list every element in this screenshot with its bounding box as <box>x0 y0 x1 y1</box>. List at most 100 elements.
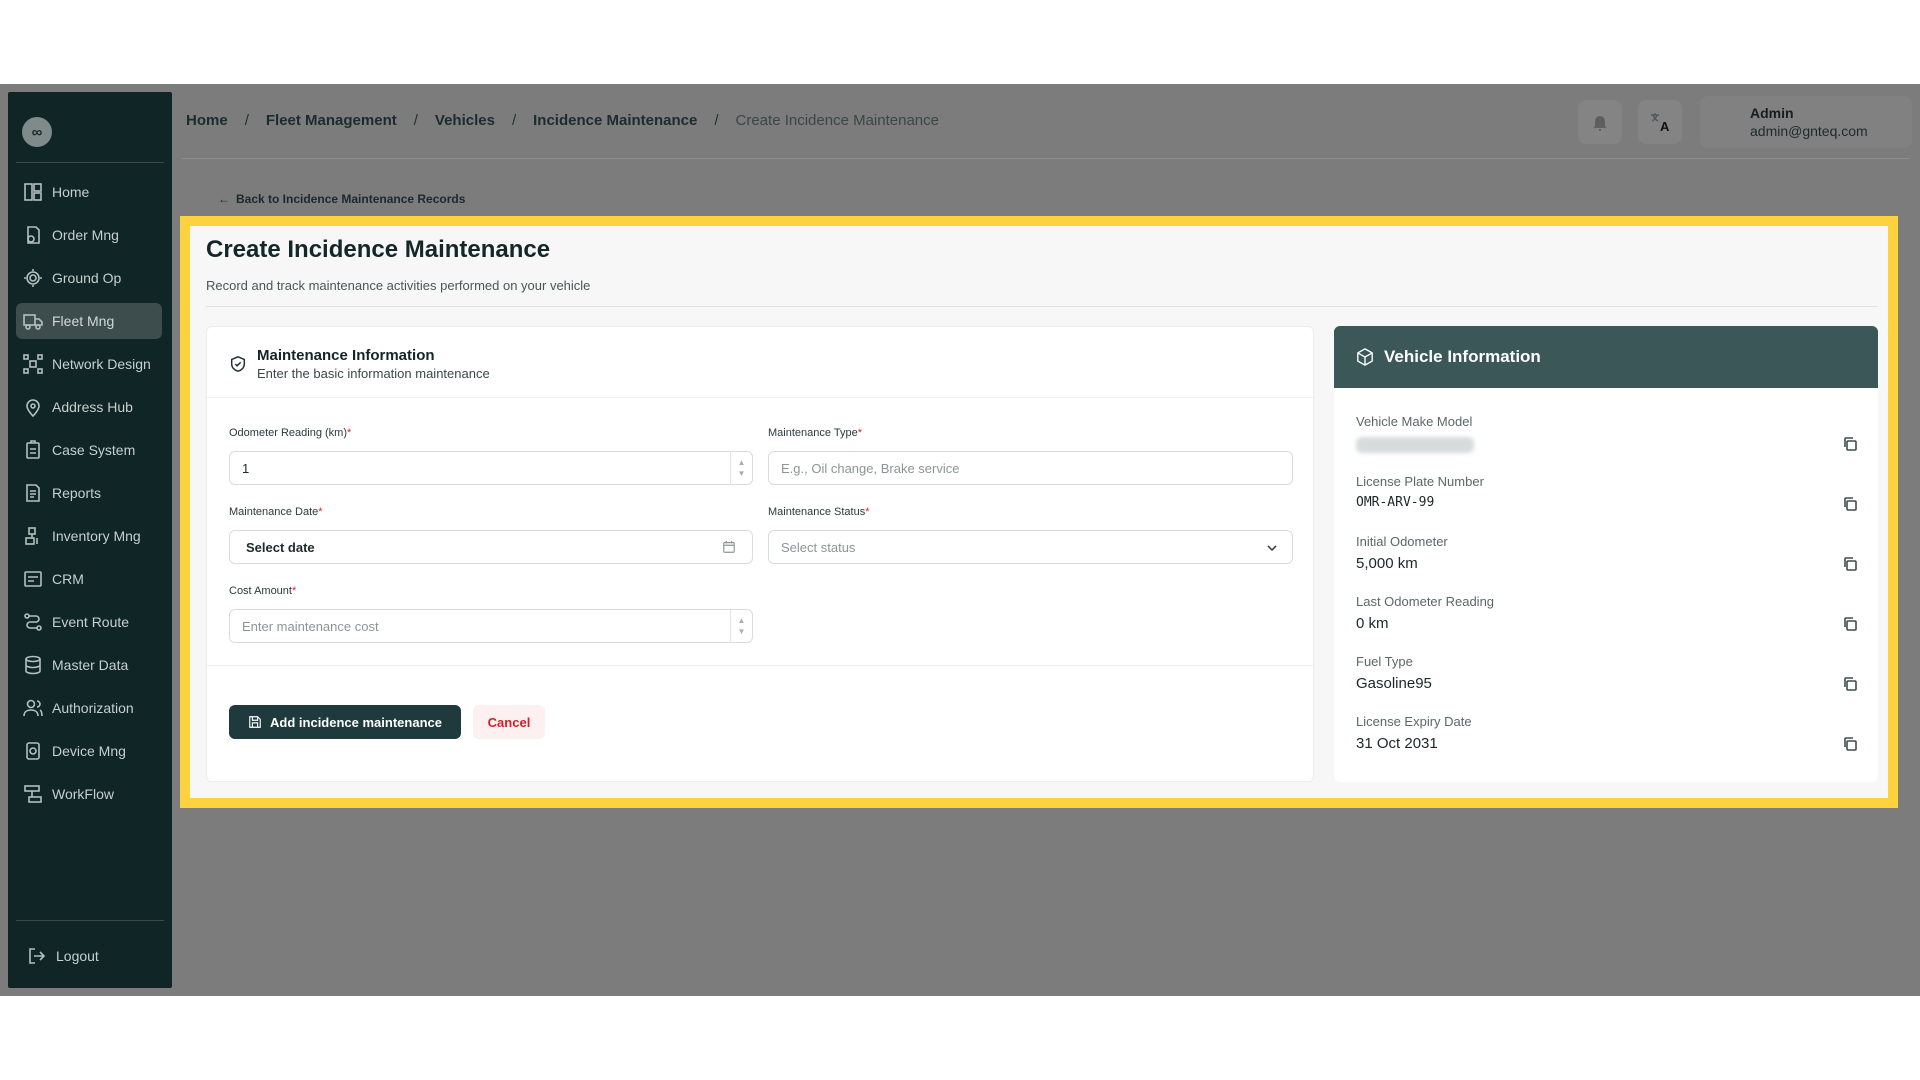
workflow-icon <box>22 783 44 805</box>
maintenance-status-label-text: Maintenance Status <box>768 506 866 518</box>
calendar-icon <box>723 540 735 553</box>
translate-icon: A <box>1651 113 1670 133</box>
order-icon <box>22 224 44 246</box>
maintenance-form-card: Maintenance Information Enter the basic … <box>206 326 1314 782</box>
maintenance-status-select[interactable]: Select status <box>768 530 1293 564</box>
maintenance-type-input[interactable]: E.g., Oil change, Brake service <box>768 451 1293 485</box>
vehicle-information-title: Vehicle Information <box>1384 347 1541 366</box>
maintenance-status-label: Maintenance Status* <box>768 506 870 518</box>
cube-icon <box>1357 348 1373 366</box>
sidebar-item-order-mng[interactable]: Order Mng <box>16 217 162 253</box>
sidebar-item-label: Address Hub <box>52 399 133 415</box>
inventory-icon <box>22 525 44 547</box>
maintenance-type-placeholder: E.g., Oil change, Brake service <box>781 460 960 476</box>
sidebar-divider <box>16 162 164 163</box>
breadcrumb-current: Create Incidence Maintenance <box>735 112 939 129</box>
device-icon <box>22 740 44 762</box>
database-icon <box>22 654 44 676</box>
vehicle-make-model-row: Vehicle Make Model <box>1356 414 1858 462</box>
required-mark: * <box>347 427 352 439</box>
copy-icon[interactable] <box>1842 436 1858 452</box>
sidebar-item-label: Network Design <box>52 356 151 372</box>
sidebar-item-network-design[interactable]: Network Design <box>16 346 162 382</box>
sidebar-item-label: Case System <box>52 442 136 458</box>
card-divider <box>207 665 1313 666</box>
cost-amount-placeholder: Enter maintenance cost <box>242 618 379 634</box>
sidebar-item-event-route[interactable]: Event Route <box>16 604 162 640</box>
app-logo[interactable]: ∞ <box>22 117 52 147</box>
back-link-label: Back to Incidence Maintenance Records <box>236 192 466 206</box>
sidebar-item-label: Event Route <box>52 614 130 630</box>
odometer-input[interactable]: 1 ▲ ▼ <box>229 451 753 485</box>
ground-op-icon <box>22 267 44 289</box>
sidebar-item-ground-op[interactable]: Ground Op <box>16 260 162 296</box>
initial-odometer-label: Initial Odometer <box>1356 534 1448 549</box>
maintenance-date-picker[interactable]: Select date <box>229 530 753 564</box>
cost-amount-stepper[interactable]: ▲ ▼ <box>730 610 752 642</box>
copy-icon[interactable] <box>1842 616 1858 632</box>
copy-icon[interactable] <box>1842 676 1858 692</box>
user-name: Admin <box>1750 105 1794 121</box>
sidebar-item-label: Master Data <box>52 657 129 673</box>
sidebar-item-workflow[interactable]: WorkFlow <box>16 776 162 812</box>
maintenance-date-label-text: Maintenance Date <box>229 506 319 518</box>
chevron-down-icon: ▼ <box>737 627 746 636</box>
maintenance-type-label: Maintenance Type* <box>768 427 862 439</box>
sidebar-item-master-data[interactable]: Master Data <box>16 647 162 683</box>
odometer-label: Odometer Reading (km)* <box>229 427 351 439</box>
sidebar-item-inventory-mng[interactable]: Inventory Mng <box>16 518 162 554</box>
sidebar-item-authorization[interactable]: Authorization <box>16 690 162 726</box>
odometer-stepper[interactable]: ▲ ▼ <box>730 452 752 484</box>
maintenance-type-label-text: Maintenance Type <box>768 427 858 439</box>
crm-icon <box>22 568 44 590</box>
breadcrumb-incidence-maintenance[interactable]: Incidence Maintenance <box>533 112 697 129</box>
breadcrumb-vehicles[interactable]: Vehicles <box>435 112 495 129</box>
users-icon <box>22 697 44 719</box>
sidebar-item-label: Authorization <box>52 700 134 716</box>
initial-odometer-row: Initial Odometer 5,000 km <box>1356 534 1858 582</box>
last-odometer-label: Last Odometer Reading <box>1356 594 1495 609</box>
location-icon <box>22 396 44 418</box>
breadcrumb-separator: / <box>244 112 249 129</box>
sidebar-divider <box>16 920 164 921</box>
copy-icon[interactable] <box>1842 496 1858 512</box>
logout-button[interactable]: Logout <box>20 938 166 974</box>
add-button-label: Add incidence maintenance <box>270 714 442 730</box>
form-section-subtitle: Enter the basic information maintenance <box>257 366 490 381</box>
sidebar-item-reports[interactable]: Reports <box>16 475 162 511</box>
app-screenshot: ∞ Home Order Mng Ground Op Fleet Mng Net… <box>0 84 1920 996</box>
breadcrumb-separator: / <box>511 112 517 129</box>
sidebar-item-crm[interactable]: CRM <box>16 561 162 597</box>
notifications-button[interactable] <box>1578 100 1622 144</box>
copy-icon[interactable] <box>1842 736 1858 752</box>
sidebar-item-label: Ground Op <box>52 270 122 286</box>
breadcrumb-home[interactable]: Home <box>186 112 228 129</box>
sidebar-item-fleet-mng[interactable]: Fleet Mng <box>16 303 162 339</box>
license-plate-value: OMR-ARV-99 <box>1356 495 1435 510</box>
sidebar-item-label: Order Mng <box>52 227 119 243</box>
cost-amount-input[interactable]: Enter maintenance cost ▲ ▼ <box>229 609 753 643</box>
fuel-type-value: Gasoline95 <box>1356 675 1432 692</box>
back-link[interactable]: ← Back to Incidence Maintenance Records <box>218 192 465 206</box>
breadcrumb: Home / Fleet Management / Vehicles / Inc… <box>186 112 939 129</box>
grid-icon <box>22 181 44 203</box>
breadcrumb-fleet-management[interactable]: Fleet Management <box>266 112 397 129</box>
add-incidence-maintenance-button[interactable]: Add incidence maintenance <box>229 705 461 739</box>
chevron-up-icon: ▲ <box>737 616 746 625</box>
sidebar-item-home[interactable]: Home <box>16 174 162 210</box>
sidebar-item-address-hub[interactable]: Address Hub <box>16 389 162 425</box>
user-menu[interactable]: Admin admin@gnteq.com <box>1700 96 1912 148</box>
breadcrumb-separator: / <box>714 112 719 129</box>
language-button[interactable]: A <box>1638 100 1682 144</box>
cancel-button[interactable]: Cancel <box>473 705 545 739</box>
chevron-down-icon: ▼ <box>737 469 746 478</box>
copy-icon[interactable] <box>1842 556 1858 572</box>
required-mark: * <box>318 506 323 518</box>
vehicle-information-header: Vehicle Information <box>1334 326 1878 388</box>
save-icon <box>249 716 261 728</box>
fuel-type-label: Fuel Type <box>1356 654 1413 669</box>
last-odometer-value: 0 km <box>1356 615 1389 632</box>
sidebar-item-case-system[interactable]: Case System <box>16 432 162 468</box>
sidebar-item-device-mng[interactable]: Device Mng <box>16 733 162 769</box>
logout-label: Logout <box>56 948 99 964</box>
